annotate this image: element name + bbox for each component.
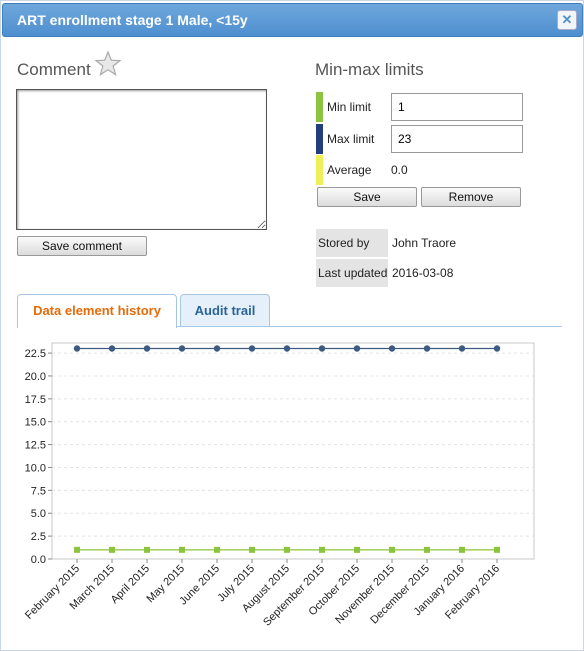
data-point: [389, 546, 395, 553]
data-point: [179, 546, 185, 553]
plot-area: [51, 342, 535, 560]
dialog-title: ART enrollment stage 1 Male, <15y: [17, 12, 248, 28]
data-point: [178, 345, 186, 352]
data-point: [354, 546, 360, 553]
y-tick-label: 7.5: [31, 485, 46, 497]
close-button[interactable]: ✕: [557, 10, 577, 30]
average-label: Average: [327, 163, 372, 177]
remove-limits-button[interactable]: Remove: [421, 187, 521, 207]
history-dialog: ART enrollment stage 1 Male, <15y ✕ Comm…: [0, 0, 584, 651]
x-tick-label: February 2015: [23, 563, 82, 622]
max-limit-label: Max limit: [327, 132, 375, 146]
y-tick-label: 22.5: [25, 348, 46, 360]
data-point: [353, 345, 361, 352]
data-point: [459, 546, 465, 553]
data-point: [109, 546, 115, 553]
tab-data-element-history[interactable]: Data element history: [17, 294, 177, 328]
y-tick-label: 2.5: [31, 531, 46, 543]
max-limit-color-bar: [316, 124, 323, 154]
data-point: [74, 546, 80, 553]
data-point: [494, 546, 500, 553]
max-limit-input[interactable]: [391, 125, 523, 153]
data-point: [283, 345, 291, 352]
average-value: 0.0: [391, 163, 408, 177]
last-updated-value: 2016-03-08: [392, 266, 454, 280]
close-icon: ✕: [561, 12, 573, 27]
data-point: [318, 345, 326, 352]
data-point: [213, 345, 221, 352]
data-point: [248, 345, 256, 352]
history-chart: 0.0 2.5 5.0 7.5 10.0 12.5 15.0 17.5 20.0 22.5 Febr…: [23, 342, 535, 629]
dialog-titlebar[interactable]: ART enrollment stage 1 Male, <15y ✕: [2, 3, 583, 37]
min-limit-label: Min limit: [327, 100, 371, 114]
data-point: [143, 345, 151, 352]
data-point: [108, 345, 116, 352]
comment-heading: Comment: [17, 60, 91, 79]
y-tick-label: 5.0: [31, 508, 46, 520]
data-point: [493, 345, 501, 352]
min-max-heading: Min-max limits: [315, 60, 424, 79]
tab-audit-trail[interactable]: Audit trail: [180, 294, 270, 326]
y-tick-label: 15.0: [25, 417, 46, 429]
last-updated-label: Last updated: [316, 259, 388, 287]
min-limit-input[interactable]: [391, 93, 523, 121]
data-point: [458, 345, 466, 352]
data-point: [423, 345, 431, 352]
y-tick-label: 10.0: [25, 462, 46, 474]
y-tick-label: 12.5: [25, 440, 46, 452]
star-icon[interactable]: [94, 50, 122, 78]
comment-textarea[interactable]: [16, 89, 267, 230]
save-limits-button[interactable]: Save: [317, 187, 417, 207]
x-tick-label: September 2015: [261, 563, 327, 629]
data-point: [284, 546, 290, 553]
y-tick-label: 0.0: [31, 554, 46, 566]
y-tick-label: 17.5: [25, 394, 46, 406]
data-point: [424, 546, 430, 553]
data-point: [388, 345, 396, 352]
data-point: [73, 345, 81, 352]
data-point: [144, 546, 150, 553]
data-point: [319, 546, 325, 553]
data-point: [214, 546, 220, 553]
stored-by-label: Stored by: [316, 229, 388, 257]
save-comment-button[interactable]: Save comment: [17, 236, 147, 256]
min-limit-color-bar: [316, 92, 323, 122]
data-point: [249, 546, 255, 553]
stored-by-value: John Traore: [392, 236, 457, 250]
y-tick-label: 20.0: [25, 371, 46, 383]
average-color-bar: [316, 155, 323, 185]
